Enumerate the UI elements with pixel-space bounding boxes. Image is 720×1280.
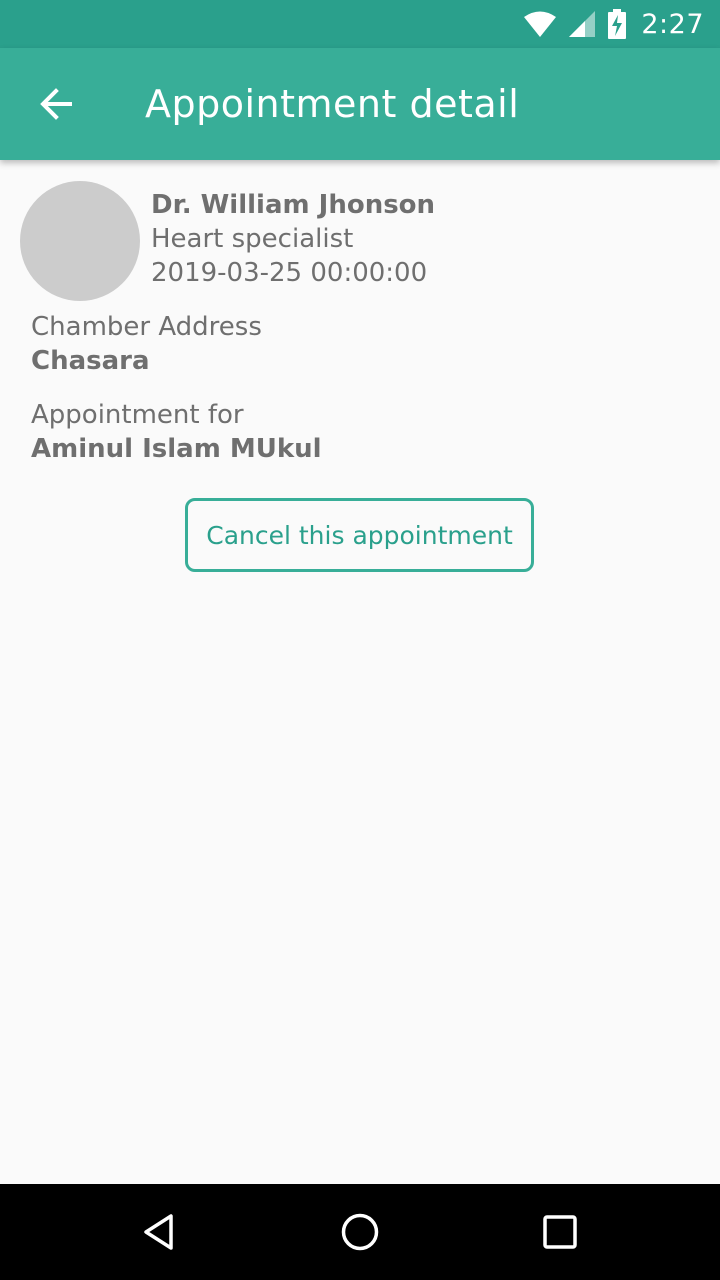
cell-signal-icon <box>569 11 596 37</box>
avatar <box>20 181 140 301</box>
navigation-bar <box>0 1184 720 1280</box>
recents-square-icon <box>543 1215 577 1249</box>
home-circle-icon <box>341 1213 379 1251</box>
nav-recents-button[interactable] <box>532 1204 588 1260</box>
status-bar: 2:27 <box>0 0 720 48</box>
wifi-icon <box>524 11 557 37</box>
battery-charging-icon <box>608 9 627 39</box>
doctor-specialty: Heart specialist <box>151 224 354 254</box>
status-time: 2:27 <box>641 8 704 40</box>
appointment-detail-content: Dr. William Jhonson Heart specialist 201… <box>0 160 720 1184</box>
chamber-address-value: Chasara <box>31 346 150 376</box>
cancel-appointment-button[interactable]: Cancel this appointment <box>185 498 534 572</box>
app-bar: Appointment detail <box>0 48 720 160</box>
doctor-name: Dr. William Jhonson <box>151 190 436 220</box>
nav-back-button[interactable] <box>132 1204 188 1260</box>
back-button[interactable] <box>24 72 88 136</box>
page-title: Appointment detail <box>145 82 520 126</box>
appointment-datetime: 2019-03-25 00:00:00 <box>151 258 428 288</box>
chamber-address-label: Chamber Address <box>31 312 262 342</box>
nav-home-button[interactable] <box>332 1204 388 1260</box>
appointment-for-value: Aminul Islam MUkul <box>31 434 322 464</box>
status-icons: 2:27 <box>523 0 704 48</box>
appointment-for-label: Appointment for <box>31 400 244 430</box>
back-triangle-icon <box>144 1214 173 1250</box>
arrow-left-icon <box>40 88 72 120</box>
